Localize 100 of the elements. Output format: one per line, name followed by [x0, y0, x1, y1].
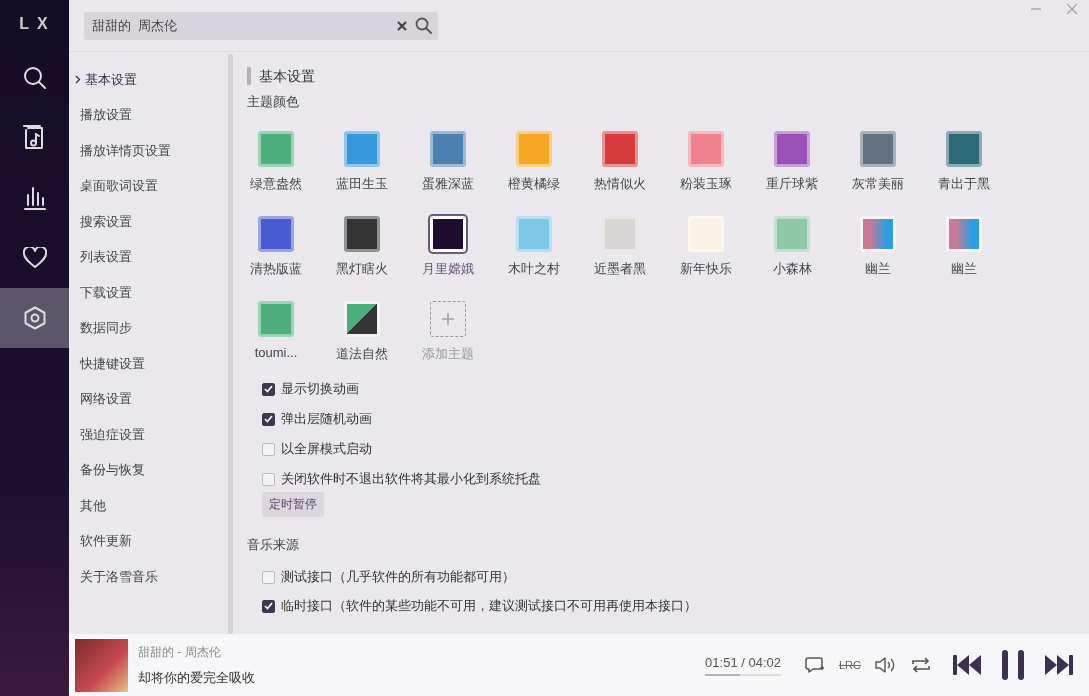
- theme-option[interactable]: 粉装玉琢: [663, 131, 749, 193]
- theme-option[interactable]: 黑灯瞎火: [319, 216, 405, 278]
- chart-icon: [22, 186, 47, 210]
- checkbox-option[interactable]: 显示切换动画: [262, 380, 1089, 398]
- search-icon: [22, 66, 47, 90]
- heart-icon: [22, 247, 47, 269]
- section-heading: 主题颜色: [247, 94, 300, 111]
- theme-name: 清热版蓝: [250, 260, 302, 278]
- settings-nav-item[interactable]: 播放设置: [69, 97, 228, 133]
- settings-nav-item[interactable]: 搜索设置: [69, 204, 228, 240]
- settings-icon: [22, 306, 47, 330]
- checkbox[interactable]: [262, 382, 275, 396]
- theme-name: 橙黄橘绿: [508, 175, 560, 193]
- theme-option[interactable]: 清热版蓝: [247, 216, 319, 278]
- settings-nav-item[interactable]: 软件更新: [69, 523, 228, 559]
- settings-nav-item[interactable]: 桌面歌词设置: [69, 168, 228, 204]
- theme-option[interactable]: 橙黄橘绿: [491, 131, 577, 193]
- theme-name: 幽兰: [951, 260, 977, 278]
- checkbox-option[interactable]: 关闭软件时不退出软件将其最小化到系统托盘: [262, 470, 1089, 488]
- theme-option[interactable]: 重斤球紫: [749, 131, 835, 193]
- search-input[interactable]: 甜甜的 周杰伦: [90, 17, 389, 34]
- settings-nav-item[interactable]: 关于洛雪音乐: [69, 559, 228, 595]
- theme-name: 小森林: [772, 260, 812, 278]
- next-button[interactable]: [1045, 655, 1073, 675]
- section-heading: 音乐来源: [247, 537, 300, 554]
- theme-name: 蛋雅深蓝: [422, 175, 474, 193]
- volume-button[interactable]: [875, 656, 897, 674]
- theme-name: 热情似火: [594, 175, 646, 193]
- theme-option[interactable]: 幽兰: [921, 216, 1007, 278]
- album-cover-placeholder: [75, 638, 128, 692]
- checkbox[interactable]: [262, 442, 275, 456]
- theme-name: 添加主题: [422, 345, 474, 363]
- checkbox[interactable]: [262, 599, 275, 613]
- theme-option[interactable]: 道法自然: [319, 301, 405, 363]
- theme-option[interactable]: 小森林: [749, 216, 835, 278]
- theme-name: toumi...: [254, 345, 298, 360]
- theme-name: 木叶之村: [508, 260, 560, 278]
- theme-option[interactable]: toumi...: [247, 301, 319, 363]
- settings-nav-item[interactable]: 快捷键设置: [69, 346, 228, 382]
- theme-name: 重斤球紫: [766, 175, 818, 193]
- theme-name: 青出于黑: [938, 175, 990, 193]
- theme-option[interactable]: 绿意盎然: [247, 131, 319, 193]
- comment-button[interactable]: [805, 656, 825, 674]
- theme-option[interactable]: 青出于黑: [921, 131, 1007, 193]
- settings-nav-item[interactable]: 强迫症设置: [69, 417, 228, 453]
- settings-nav-item[interactable]: 网络设置: [69, 381, 228, 417]
- checkbox-option[interactable]: 测试接口（几乎软件的所有功能都可用）: [262, 568, 1089, 586]
- theme-option[interactable]: 灰常美丽: [835, 131, 921, 193]
- lyric-toggle-button[interactable]: LRC: [839, 659, 861, 671]
- pause-icon: [1001, 650, 1025, 680]
- theme-name: 近墨者黑: [594, 260, 646, 278]
- theme-option[interactable]: 幽兰: [835, 216, 921, 278]
- settings-nav-item[interactable]: 备份与恢复: [69, 452, 228, 488]
- settings-nav-item[interactable]: 下载设置: [69, 275, 228, 311]
- plus-icon: [441, 312, 455, 326]
- theme-name: 粉装玉琢: [680, 175, 732, 193]
- search-field[interactable]: 甜甜的 周杰伦: [84, 11, 438, 40]
- play-time: 01:51 / 04:02: [705, 654, 781, 670]
- settings-nav-item[interactable]: 其他: [69, 488, 228, 524]
- close-icon[interactable]: [397, 20, 407, 31]
- comment-icon: [805, 656, 825, 674]
- repeat-icon: [911, 656, 931, 674]
- timer-button[interactable]: 定时暂停: [262, 492, 324, 517]
- pause-button[interactable]: [1001, 650, 1025, 680]
- settings-nav-item[interactable]: 播放详情页设置: [69, 133, 228, 169]
- checkbox[interactable]: [262, 472, 275, 486]
- theme-name: 道法自然: [336, 345, 388, 363]
- theme-option[interactable]: 蓝田生玉: [319, 131, 405, 193]
- settings-nav-item[interactable]: 列表设置: [69, 239, 228, 275]
- theme-option[interactable]: 热情似火: [577, 131, 663, 193]
- checkbox-option[interactable]: 弹出层随机动画: [262, 410, 1089, 428]
- track-title: 甜甜的 - 周杰伦: [138, 643, 222, 661]
- previous-icon: [953, 655, 981, 675]
- theme-option[interactable]: 月里嫦娥: [405, 216, 491, 278]
- theme-name: 幽兰: [865, 260, 891, 278]
- theme-name: 黑灯瞎火: [336, 260, 388, 278]
- theme-option[interactable]: 蛋雅深蓝: [405, 131, 491, 193]
- theme-name: 蓝田生玉: [336, 175, 388, 193]
- volume-icon: [875, 656, 897, 674]
- theme-option[interactable]: 木叶之村: [491, 216, 577, 278]
- checkbox-option[interactable]: 以全屏模式启动: [262, 440, 1089, 458]
- checkbox[interactable]: [262, 570, 275, 584]
- chevron-icon: [75, 75, 81, 85]
- app-logo: L X: [18, 14, 51, 34]
- theme-option[interactable]: 新年快乐: [663, 216, 749, 278]
- checkbox-option[interactable]: 临时接口（软件的某些功能不可用，建议测试接口不可用再使用本接口）: [262, 597, 1089, 615]
- lyric-line: 却将你的爱完全吸收: [138, 668, 256, 687]
- search-icon[interactable]: [415, 17, 432, 34]
- theme-name: 绿意盎然: [250, 175, 302, 193]
- theme-name: 新年快乐: [680, 260, 732, 278]
- checkbox[interactable]: [262, 412, 275, 426]
- theme-name: 月里嫦娥: [422, 260, 474, 278]
- next-icon: [1045, 655, 1073, 675]
- settings-nav-item[interactable]: 数据同步: [69, 310, 228, 346]
- repeat-button[interactable]: [911, 656, 931, 674]
- previous-button[interactable]: [953, 655, 981, 675]
- theme-name: 灰常美丽: [852, 175, 904, 193]
- settings-nav-item[interactable]: 基本设置: [69, 62, 228, 98]
- theme-option[interactable]: 近墨者黑: [577, 216, 663, 278]
- section-title: 基本设置: [247, 67, 1089, 85]
